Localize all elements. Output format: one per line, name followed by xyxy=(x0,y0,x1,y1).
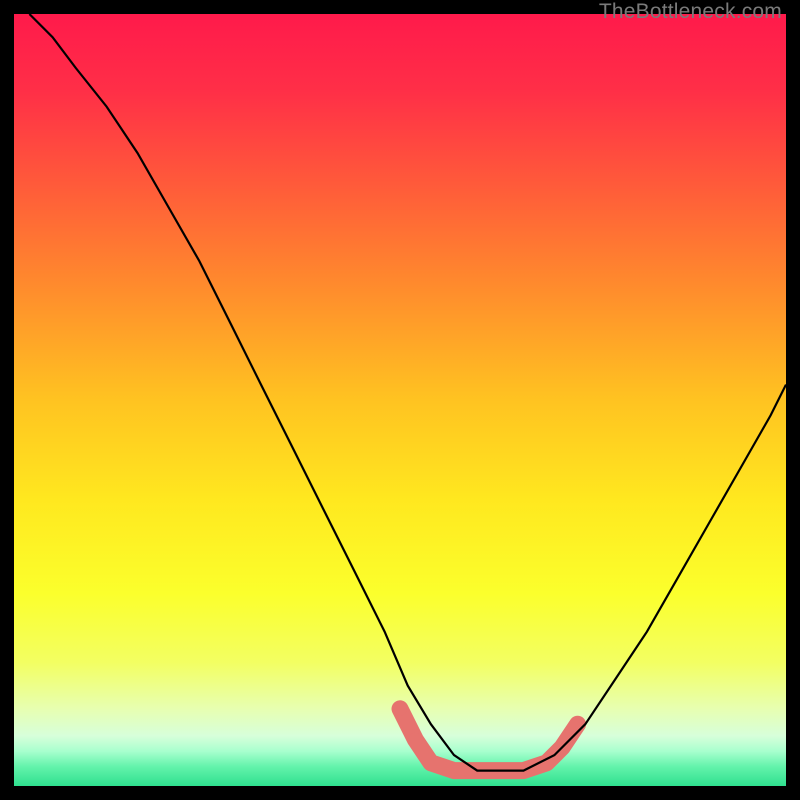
chart-frame xyxy=(14,14,786,786)
optimal-range-dot xyxy=(393,702,407,716)
watermark-text: TheBottleneck.com xyxy=(599,0,782,24)
optimal-range-dot xyxy=(408,733,422,747)
bottleneck-chart xyxy=(14,14,786,786)
